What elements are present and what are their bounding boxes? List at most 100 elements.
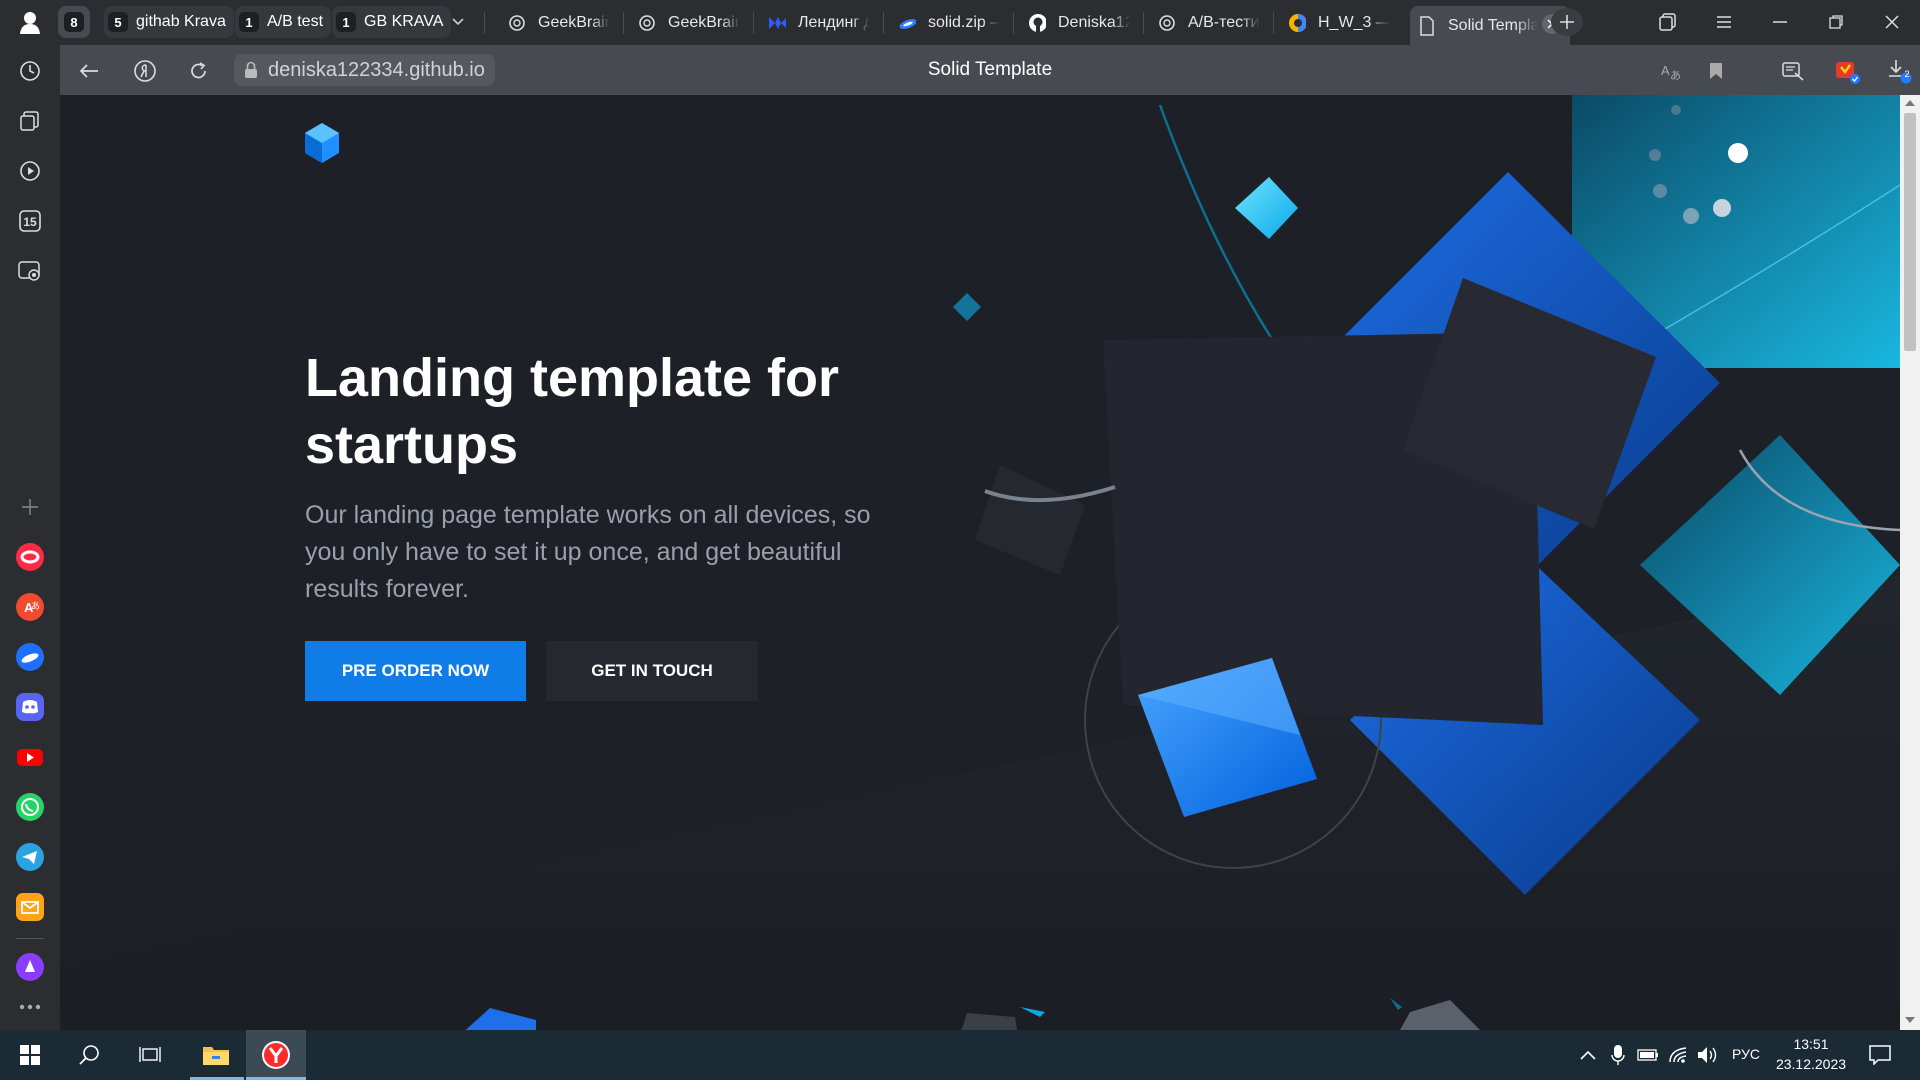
extension-icon[interactable] xyxy=(1832,56,1862,86)
tab-solid-template[interactable]: Solid Template xyxy=(1410,6,1570,45)
tab-title: solid.zip — xyxy=(928,14,1000,31)
hero-description: Our landing page template works on all d… xyxy=(305,501,871,603)
windows-taskbar: РУС 13:51 23.12.2023 xyxy=(0,1030,1920,1080)
github-icon xyxy=(1028,14,1046,32)
scroll-down-arrow-icon[interactable] xyxy=(1905,1017,1915,1023)
hero-title: Landing template for startups xyxy=(305,348,840,475)
page-icon xyxy=(1418,15,1436,36)
reload-icon[interactable] xyxy=(184,56,214,86)
group-label: GB KRAVA xyxy=(364,13,444,30)
svg-text:あ: あ xyxy=(31,601,40,611)
tab-divider xyxy=(1143,12,1144,34)
group-count: 1 xyxy=(336,12,356,32)
add-panel-plus-icon[interactable] xyxy=(14,491,46,523)
mail-app-icon[interactable] xyxy=(14,891,46,923)
clock-date[interactable]: 23.12.2023 xyxy=(1772,1056,1850,1072)
group-label: A/B test xyxy=(267,13,324,30)
site-logo-icon[interactable] xyxy=(305,123,339,163)
calendar-icon[interactable]: 15 xyxy=(14,205,46,237)
downloads-count-badge: 2 xyxy=(1904,69,1910,79)
get-in-touch-button[interactable]: GET IN TOUCH xyxy=(546,641,758,701)
tab-geekbrains-2[interactable]: GeekBrains xyxy=(630,6,748,40)
tab-divider xyxy=(623,12,624,34)
web-page: Landing template for startups Our landin… xyxy=(60,95,1900,1030)
tab-solid-zip[interactable]: solid.zip — xyxy=(890,6,1008,40)
whatsapp-app-icon[interactable] xyxy=(14,791,46,823)
tab-landing[interactable]: Лендинг для xyxy=(760,6,878,40)
translate-icon[interactable]: Aあ xyxy=(1657,56,1687,86)
cloud-icon xyxy=(898,14,916,32)
notifications-icon[interactable] xyxy=(1864,1039,1896,1071)
browser-navbar: deniska122334.github.io Solid Template A… xyxy=(60,45,1920,95)
alice-assistant-icon[interactable] xyxy=(14,951,46,983)
video-play-icon[interactable] xyxy=(14,155,46,187)
tab-geekbrains-1[interactable]: GeekBrains xyxy=(500,6,618,40)
tab-divider xyxy=(1013,12,1014,34)
pre-order-button[interactable]: PRE ORDER NOW xyxy=(305,641,526,701)
lock-icon[interactable] xyxy=(244,61,258,85)
page-scrollbar[interactable] xyxy=(1900,95,1920,1030)
opera-app-icon[interactable] xyxy=(14,541,46,573)
youtube-app-icon[interactable] xyxy=(14,741,46,773)
svg-text:15: 15 xyxy=(23,215,37,229)
tab-count-badge: 8 xyxy=(64,12,84,32)
new-tab-plus-icon[interactable] xyxy=(1551,8,1583,36)
battery-icon[interactable] xyxy=(1632,1039,1664,1071)
clock-time[interactable]: 13:51 xyxy=(1775,1036,1847,1052)
openai-icon xyxy=(638,14,656,32)
screenshot-camera-icon[interactable] xyxy=(14,255,46,287)
address-bar[interactable]: deniska122334.github.io xyxy=(234,54,495,86)
tab-hw3[interactable]: H_W_3 — xyxy=(1280,6,1398,40)
browser-tab-strip: 8 5 githab Krava 1 A/B test 1 GB KRAVA G… xyxy=(0,0,1920,45)
profile-avatar-icon[interactable] xyxy=(16,9,44,37)
group-count: 5 xyxy=(108,12,128,32)
scroll-up-arrow-icon[interactable] xyxy=(1905,100,1915,106)
minimize-icon[interactable] xyxy=(1764,8,1796,36)
tab-title: Лендинг для xyxy=(798,14,870,31)
discord-app-icon[interactable] xyxy=(14,691,46,723)
search-icon[interactable] xyxy=(74,1039,106,1071)
tab-ab-testing[interactable]: А/В-тестиров xyxy=(1150,6,1268,40)
tab-title: Deniska122334 xyxy=(1058,14,1130,31)
volume-icon[interactable] xyxy=(1692,1039,1724,1071)
more-dots-icon[interactable] xyxy=(14,991,46,1023)
microphone-icon[interactable] xyxy=(1602,1039,1634,1071)
history-clock-icon[interactable] xyxy=(14,55,46,87)
tab-group-githab-krava[interactable]: 5 githab Krava xyxy=(104,6,234,38)
menu-hamburger-icon[interactable] xyxy=(1708,8,1740,36)
reader-mode-icon[interactable] xyxy=(1778,56,1808,86)
collections-sidebar-icon[interactable] xyxy=(14,105,46,137)
wifi-icon[interactable] xyxy=(1662,1039,1694,1071)
tab-github[interactable]: Deniska122334 xyxy=(1020,6,1138,40)
downloads-icon[interactable]: 2 xyxy=(1884,56,1914,86)
collections-icon[interactable] xyxy=(1652,8,1684,36)
yandex-browser-taskbar-icon[interactable] xyxy=(246,1030,306,1080)
tray-chevron-up-icon[interactable] xyxy=(1572,1039,1604,1071)
openai-icon xyxy=(508,14,526,32)
close-window-icon[interactable] xyxy=(1876,8,1908,36)
bookmark-icon[interactable] xyxy=(1701,56,1731,86)
scrollbar-thumb[interactable] xyxy=(1904,113,1916,351)
input-language[interactable]: РУС xyxy=(1732,1046,1760,1062)
tab-group-ab-test[interactable]: 1 A/B test xyxy=(235,6,332,38)
group-count: 1 xyxy=(239,12,259,32)
url-text: deniska122334.github.io xyxy=(268,58,485,81)
yandex-home-icon[interactable] xyxy=(130,56,160,86)
task-view-icon[interactable] xyxy=(134,1039,166,1071)
openai-icon xyxy=(1158,14,1176,32)
tab-title: H_W_3 — xyxy=(1318,14,1390,31)
yandex-disk-app-icon[interactable] xyxy=(14,641,46,673)
telegram-app-icon[interactable] xyxy=(14,841,46,873)
tab-count-group[interactable]: 8 xyxy=(58,6,90,38)
file-explorer-icon[interactable] xyxy=(196,1036,236,1074)
tab-group-gb-krava[interactable]: 1 GB KRAVA xyxy=(332,6,452,38)
tab-title: GeekBrains xyxy=(668,14,740,31)
translator-app-icon[interactable]: Aあ xyxy=(14,591,46,623)
tab-title: А/В-тестиров xyxy=(1188,14,1260,31)
tab-divider xyxy=(484,12,485,34)
windows-start-icon[interactable] xyxy=(14,1039,46,1071)
tab-divider xyxy=(883,12,884,34)
tab-groups-chevron-icon[interactable] xyxy=(442,8,474,36)
restore-icon[interactable] xyxy=(1820,8,1852,36)
back-arrow-icon[interactable] xyxy=(74,56,104,86)
